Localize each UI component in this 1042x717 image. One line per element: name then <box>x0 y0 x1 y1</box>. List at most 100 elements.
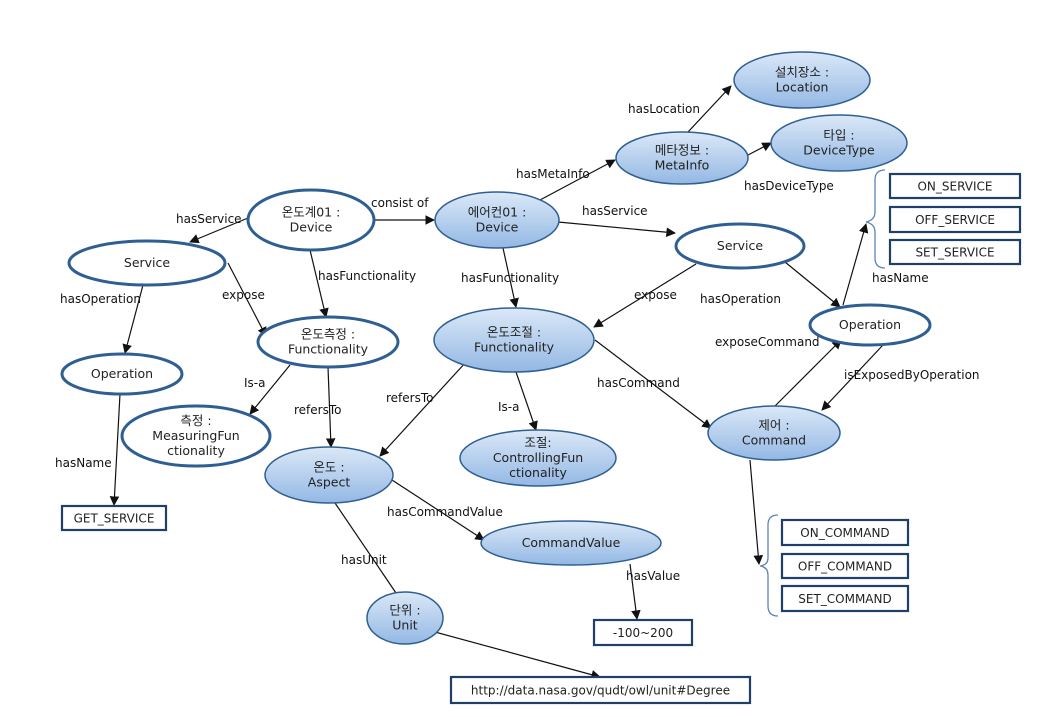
edge-e11 <box>747 142 772 156</box>
edge-label: hasService <box>582 204 648 218</box>
node-label: MeasuringFun <box>152 428 239 443</box>
node-unit: 단위 :Unit <box>366 591 444 645</box>
box-off-service: OFF_SERVICE <box>888 205 1022 234</box>
box-off-command: OFF_COMMAND <box>780 552 910 580</box>
edge-label: hasName <box>872 271 929 285</box>
box-label: ON_COMMAND <box>800 526 889 540</box>
edge-label: refersTo <box>386 391 433 405</box>
node-label: Device <box>290 220 333 235</box>
node-label: 제어 : <box>758 418 789 433</box>
edge-label: Is-a <box>244 376 265 390</box>
node-label: CommandValue <box>522 535 621 550</box>
edge-e16 <box>842 223 869 306</box>
node-label: Command <box>742 433 806 448</box>
edge-label: expose <box>634 288 677 302</box>
node-aircon: 에어컨01 :Device <box>434 191 560 249</box>
box-label: http://data.nasa.gov/qudt/owl/unit#Degre… <box>471 684 730 698</box>
box-label: -100~200 <box>613 626 673 640</box>
node-label: Functionality <box>474 340 555 355</box>
box-value-range: -100~200 <box>592 618 694 647</box>
edge-label: hasOperation <box>700 292 781 306</box>
edge-label: hasFunctionality <box>461 271 559 285</box>
node-label: 단위 : <box>389 603 420 618</box>
edge-e26 <box>434 631 601 680</box>
node-measuring: 측정 :MeasuringFunctionality <box>120 404 272 468</box>
node-label: 설치장소 : <box>775 65 829 80</box>
ontology-diagram: 설치장소 :Location 메타정보 :MetaInfo 타입 :DeviceTy… <box>55 51 1022 705</box>
node-label: ControllingFun <box>493 450 583 465</box>
node-label: 측정 : <box>180 413 211 428</box>
node-label: MetaInfo <box>655 158 710 173</box>
node-label: Operation <box>91 366 153 381</box>
edge-e22 <box>749 459 764 565</box>
node-location: 설치장소 :Location <box>733 51 871 109</box>
box-label: ON_SERVICE <box>917 180 992 194</box>
box-label: OFF_COMMAND <box>798 560 892 574</box>
edge-label: hasFunctionality <box>318 269 416 283</box>
node-service-left: Service <box>67 239 227 287</box>
service-names-brace <box>865 169 886 269</box>
edge-label: hasMetaInfo <box>516 167 590 181</box>
edge-label: hasDeviceType <box>744 179 834 193</box>
box-set-command: SET_COMMAND <box>780 584 910 613</box>
edge-label: expose <box>222 288 265 302</box>
node-label: Location <box>776 80 829 95</box>
box-get-service: GET_SERVICE <box>60 504 168 532</box>
node-label: Device <box>476 220 519 235</box>
node-operation-right: Operation <box>808 303 932 347</box>
edge-label: hasCommandValue <box>387 505 503 519</box>
node-label: 에어컨01 : <box>468 205 527 220</box>
node-controlling: 조절:ControllingFunctionality <box>459 429 617 487</box>
node-label: 온도 : <box>313 460 344 475</box>
box-label: GET_SERVICE <box>74 512 155 526</box>
node-label: ctionality <box>167 443 225 458</box>
node-label: Operation <box>839 317 901 332</box>
box-on-command: ON_COMMAND <box>780 518 910 547</box>
node-label: Unit <box>392 618 418 633</box>
node-service-right: Service <box>674 222 806 270</box>
node-label: 온도측정 : <box>301 327 355 342</box>
box-label: SET_COMMAND <box>798 592 892 606</box>
box-label: OFF_SERVICE <box>915 213 995 227</box>
node-label: DeviceType <box>803 143 875 158</box>
edge-label: hasName <box>55 456 112 470</box>
edge-e20 <box>774 339 842 407</box>
edge-label: refersTo <box>294 403 341 417</box>
node-label: Aspect <box>308 475 351 490</box>
node-label: 조절: <box>524 435 551 450</box>
edge-label: hasValue <box>626 569 680 583</box>
node-commandvalue: CommandValue <box>480 520 662 566</box>
edge-label: consist of <box>371 196 429 210</box>
edge-e6 <box>109 393 121 506</box>
box-unit-uri: http://data.nasa.gov/qudt/owl/unit#Degre… <box>449 675 752 705</box>
node-label: 온도조절 : <box>487 325 541 340</box>
edge-e12 <box>557 221 676 237</box>
node-aspect: 온도 :Aspect <box>264 446 394 504</box>
node-label: ctionality <box>509 465 567 480</box>
edge-label: hasService <box>176 212 242 226</box>
node-label: 온도계01 : <box>282 205 341 220</box>
edge-e17 <box>379 361 467 457</box>
edge-label: hasCommand <box>597 376 680 390</box>
edge-label: isExposedByOperation <box>844 368 980 382</box>
node-func-measure: 온도측정 :Functionality <box>256 315 400 369</box>
node-label: Service <box>124 255 171 270</box>
edge-label: hasLocation <box>628 102 700 116</box>
box-set-service: SET_SERVICE <box>888 238 1022 266</box>
node-label: 메타정보 : <box>655 143 709 158</box>
node-metainfo: 메타정보 :MetaInfo <box>615 131 749 185</box>
edge-label: hasUnit <box>341 553 387 567</box>
node-label: Service <box>717 238 764 253</box>
edge-label: Is-a <box>498 400 519 414</box>
box-label: SET_SERVICE <box>915 246 994 260</box>
edge-label: hasOperation <box>60 292 141 306</box>
node-label: 타입 : <box>823 128 854 143</box>
node-devicetype: 타입 :DeviceType <box>770 114 908 172</box>
edge-e3 <box>309 249 329 318</box>
node-thermometer: 온도계01 :Device <box>246 188 376 252</box>
edge-label: exposeCommand <box>715 335 820 349</box>
node-command: 제어 :Command <box>707 405 841 461</box>
node-operation-left: Operation <box>60 352 184 396</box>
command-names-brace <box>759 514 779 617</box>
box-on-service: ON_SERVICE <box>888 172 1022 200</box>
